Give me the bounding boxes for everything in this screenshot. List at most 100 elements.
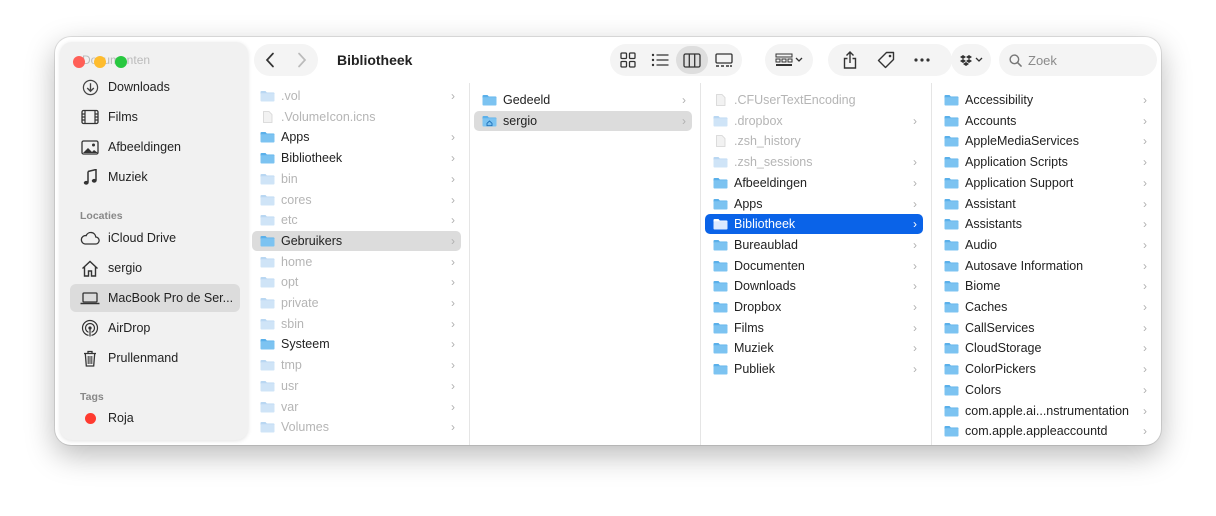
column-row[interactable]: Apps › [705,194,923,214]
column-row[interactable]: CloudStorage › [936,338,1153,358]
sidebar-item-icloud-drive[interactable]: iCloud Drive [70,224,240,252]
chevron-right-icon: › [1143,424,1147,439]
column-row[interactable]: sergio › [474,110,692,131]
column-row[interactable]: CallServices › [936,318,1153,338]
column-row[interactable]: bin › [252,169,461,189]
minimize-button[interactable] [94,56,106,68]
share-button[interactable] [832,46,868,74]
column-row[interactable]: .CFUserTextEncoding [705,90,923,110]
column-row[interactable]: Afbeeldingen › [705,173,923,193]
folder-icon [260,338,275,350]
close-button[interactable] [73,56,85,68]
sidebar-item-airdrop[interactable]: AirDrop [70,314,240,342]
folder-icon [944,384,959,396]
column-row[interactable]: Dropbox › [705,297,923,317]
column-row[interactable]: etc › [252,210,461,230]
column-row[interactable]: Audio › [936,235,1153,255]
column-row[interactable]: .vol › [252,86,461,106]
column-row[interactable]: Colors › [936,380,1153,400]
sidebar-item-sergio[interactable]: sergio [70,254,240,282]
column-row[interactable]: tmp › [252,355,461,375]
column-row[interactable]: Apps › [252,127,461,147]
column-row[interactable]: .zsh_sessions › [705,152,923,172]
column-row[interactable]: .VolumeIcon.icns [252,107,461,127]
sidebar-item-label: AirDrop [108,321,151,335]
sidebar-item-afbeeldingen[interactable]: Afbeeldingen [70,133,240,161]
column-row[interactable]: com.apple.appleaccountd › [936,421,1153,441]
tag-button[interactable] [868,46,904,74]
row-label: AppleMediaServices [965,134,1079,149]
sidebar-item-label: Muziek [108,170,148,184]
column-row[interactable]: var › [252,397,461,417]
column-row[interactable]: Biome › [936,276,1153,296]
sidebar-item-prullenmand[interactable]: Prullenmand [70,344,240,372]
column-row[interactable]: Downloads › [705,276,923,296]
column-row[interactable]: Bibliotheek › [252,148,461,168]
row-label: cores [281,192,312,207]
row-label: com.apple.ai...nstrumentation [965,403,1129,418]
column-view-button[interactable] [676,46,708,74]
sidebar-item-macbook-pro[interactable]: MacBook Pro de Ser... [70,284,240,312]
column-row[interactable]: Muziek › [705,338,923,358]
column-row[interactable]: Bibliotheek › [705,214,923,235]
column-row[interactable]: Application Support › [936,173,1153,193]
column-row[interactable]: Assistants › [936,214,1153,234]
folder-icon [944,218,959,230]
search-field[interactable]: Zoek [999,44,1157,76]
column-row[interactable]: Autosave Information › [936,256,1153,276]
column-row[interactable]: Caches › [936,297,1153,317]
column-row[interactable]: private › [252,293,461,313]
group-by-button[interactable] [765,44,813,76]
back-button[interactable] [265,52,275,68]
folder-icon [713,115,728,127]
column-row[interactable]: Films › [705,318,923,338]
column-row[interactable]: usr › [252,376,461,396]
list-view-button[interactable] [644,46,676,74]
column-row[interactable]: com.apple.ai...nstrumentation › [936,401,1153,421]
column-row[interactable]: Publiek › [705,359,923,379]
row-label: CallServices [965,320,1035,335]
column-row[interactable]: .zsh_history [705,131,923,151]
folder-icon [713,239,728,251]
music-note-icon [80,167,100,187]
more-button[interactable] [904,46,940,74]
column-row[interactable]: Systeem › [252,334,461,354]
chevron-right-icon: › [913,300,917,314]
folder-icon [944,135,959,147]
sidebar-item-downloads[interactable]: Downloads [70,73,240,101]
column-row[interactable]: sbin › [252,314,461,334]
sidebar-item-films[interactable]: Films [70,103,240,131]
row-label: Gedeeld [503,93,551,107]
column-row[interactable]: Accounts › [936,111,1153,131]
chevron-right-icon: › [913,279,917,294]
locations-heading: Locaties [80,210,123,222]
search-icon [1009,53,1022,67]
column-row[interactable]: AppleMediaServices › [936,131,1153,151]
row-label: .vol [281,89,301,103]
row-label: bin [281,171,298,186]
chevron-right-icon: › [451,192,455,207]
column-row[interactable]: Documenten › [705,256,923,276]
icon-view-button[interactable] [612,46,644,74]
row-label: sergio [503,113,538,128]
column-row[interactable]: Accessibility › [936,90,1153,110]
column-row[interactable]: opt › [252,272,461,292]
column-row[interactable]: Assistant › [936,194,1153,214]
column-row[interactable]: .dropbox › [705,111,923,131]
sidebar-item-muziek[interactable]: Muziek [70,163,240,191]
sidebar-item-tag-roja[interactable]: Roja [70,404,240,432]
column-row[interactable]: cores › [252,190,461,210]
zoom-button[interactable] [115,56,127,68]
column-row[interactable]: Gebruikers › [252,230,461,251]
list-icon [651,53,669,67]
gallery-view-button[interactable] [708,46,740,74]
column-row[interactable]: home › [252,252,461,272]
chevron-right-icon: › [1143,279,1147,294]
column-row[interactable]: Gedeeld › [474,90,692,110]
column-row[interactable]: Volumes › [252,417,461,437]
column-row[interactable]: Bureaublad › [705,235,923,255]
forward-button[interactable] [297,52,307,68]
dropbox-button[interactable] [951,44,991,76]
column-row[interactable]: Application Scripts › [936,152,1153,172]
column-row[interactable]: ColorPickers › [936,359,1153,379]
